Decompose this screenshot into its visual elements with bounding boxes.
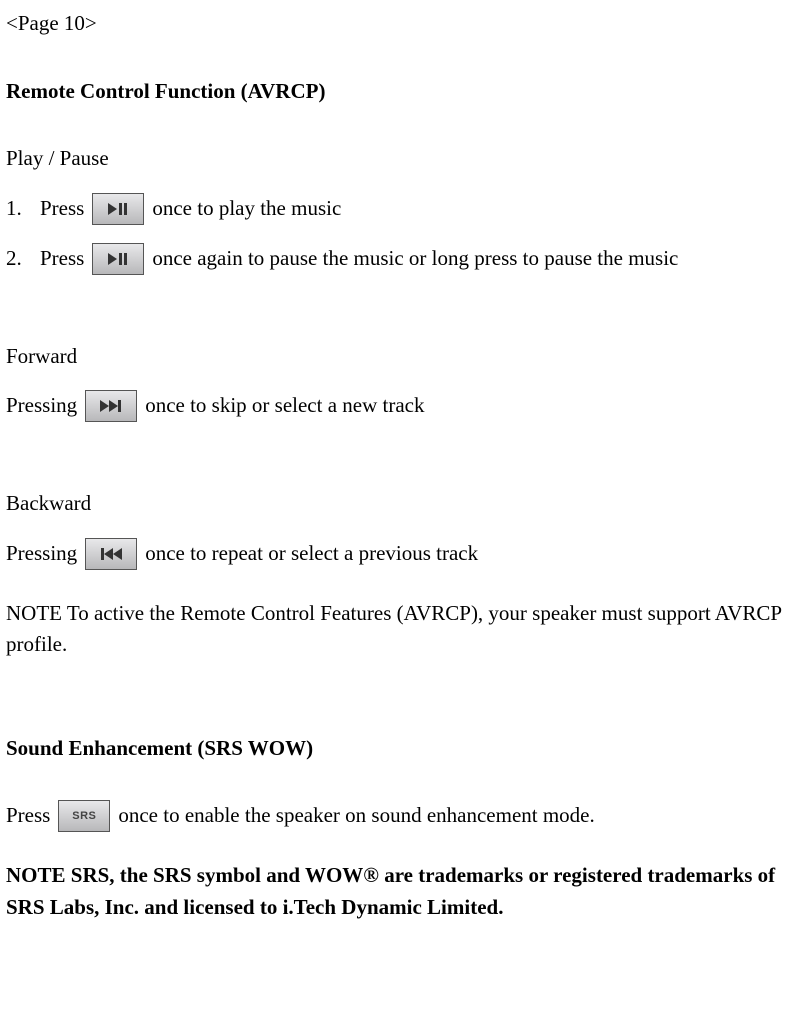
backward-line: Pressing once to repeat or select a prev…	[6, 538, 782, 570]
text-after: once again to pause the music or long pr…	[152, 243, 678, 275]
backward-title: Backward	[6, 488, 782, 520]
text-before: Pressing	[6, 538, 77, 570]
avrcp-note: NOTE To active the Remote Control Featur…	[6, 598, 782, 661]
play-pause-icon	[92, 243, 144, 275]
text-before: Press	[6, 800, 50, 832]
page-tag: <Page 10>	[6, 8, 782, 40]
list-number: 1.	[6, 193, 40, 225]
text-before: Press	[40, 193, 84, 225]
forward-line: Pressing once to skip or select a new tr…	[6, 390, 782, 422]
play-pause-item-1: 1. Press once to play the music	[6, 193, 782, 225]
list-number: 2.	[6, 243, 40, 275]
text-before: Press	[40, 243, 84, 275]
text-after: once to enable the speaker on sound enha…	[118, 800, 594, 832]
srs-label: SRS	[72, 808, 96, 825]
backward-icon	[85, 538, 137, 570]
section-heading-srs: Sound Enhancement (SRS WOW)	[6, 733, 782, 765]
text-after: once to skip or select a new track	[145, 390, 424, 422]
forward-icon	[85, 390, 137, 422]
play-pause-title: Play / Pause	[6, 143, 782, 175]
play-pause-icon	[92, 193, 144, 225]
text-after: once to play the music	[152, 193, 341, 225]
text-before: Pressing	[6, 390, 77, 422]
srs-icon: SRS	[58, 800, 110, 832]
text-after: once to repeat or select a previous trac…	[145, 538, 478, 570]
section-heading-avrcp: Remote Control Function (AVRCP)	[6, 76, 782, 108]
forward-title: Forward	[6, 341, 782, 373]
play-pause-item-2: 2. Press once again to pause the music o…	[6, 243, 782, 275]
srs-note: NOTE SRS, the SRS symbol and WOW® are tr…	[6, 860, 782, 923]
srs-line: Press SRS once to enable the speaker on …	[6, 800, 782, 832]
